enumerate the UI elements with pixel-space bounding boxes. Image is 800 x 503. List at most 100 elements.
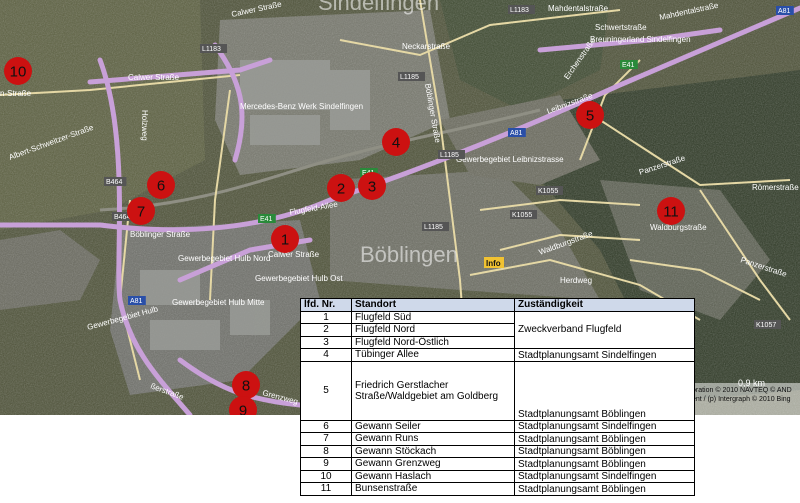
cell-zustaendigkeit: Stadtplanungsamt Böblingen: [514, 482, 695, 496]
cell-standort: Gewann Runs: [351, 432, 515, 446]
cell-standort: Friedrich Gerstlacher Straße/Waldgebiet …: [351, 360, 515, 421]
road-shield-label: L1183: [202, 46, 221, 53]
site-marker-1[interactable]: 1: [271, 225, 299, 253]
road-shield-label: B464: [106, 179, 122, 186]
site-marker-8[interactable]: 8: [232, 371, 260, 399]
street-label: Römerstraße: [752, 183, 799, 192]
marker-number: 2: [337, 181, 345, 198]
cell-nr: 9: [300, 457, 352, 471]
road-shield-label: A81: [778, 8, 791, 15]
road-shield-l1185-b: L1185: [422, 222, 449, 231]
table-row: 8 Gewann Stöckach Stadtplanungsamt Böbli…: [300, 444, 695, 458]
street-label: Gewerbegebiet Hulb Ost: [255, 274, 343, 283]
city-label-boeblingen: Böblingen: [360, 242, 458, 267]
site-marker-2[interactable]: 2: [327, 174, 355, 202]
road-shield-label: E41: [622, 62, 635, 69]
credit-line-2: ent / (p) Intergraph © 2010 Bing: [692, 396, 791, 403]
site-marker-10[interactable]: 10: [4, 57, 32, 85]
road-shield-label: L1185: [400, 74, 419, 81]
cell-zustaendigkeit: Stadtplanungsamt Böblingen: [514, 457, 695, 471]
site-marker-6[interactable]: 6: [147, 171, 175, 199]
cell-standort: Bunsenstraße: [351, 482, 515, 496]
road-shield-label: L1185: [424, 224, 443, 231]
road-shield-l1183-a: L1183: [200, 44, 227, 53]
cell-standort: Gewann Stöckach: [351, 444, 515, 458]
site-marker-11[interactable]: 11: [657, 197, 685, 225]
street-label: Calwer Straße: [268, 250, 320, 259]
street-label: Gewerbegebiet Leibnizstrasse: [456, 155, 564, 164]
cell-zustaendigkeit: Stadtplanungsamt Böblingen: [514, 360, 695, 421]
cell-standort: Flugfeld Süd: [351, 310, 515, 324]
marker-number: 3: [368, 179, 376, 196]
cell-nr: 11: [300, 482, 352, 496]
cell-standort: Tübinger Allee: [351, 348, 515, 362]
site-marker-3[interactable]: 3: [358, 172, 386, 200]
table-row: 1 Flugfeld Süd Zweckverband Flugfeld: [300, 310, 695, 349]
street-label: Herdweg: [560, 276, 592, 285]
street-label: Gewerbegebiet Hulb Nord: [178, 254, 271, 263]
marker-number: 9: [239, 403, 247, 416]
marker-number: 11: [663, 204, 679, 221]
marker-number: 4: [392, 135, 400, 152]
cell-zustaendigkeit: Stadtplanungsamt Böblingen: [514, 444, 695, 458]
road-shield-label: E41: [260, 216, 273, 223]
marker-number: 1: [281, 232, 289, 249]
street-label: Schwertstraße: [595, 23, 647, 32]
street-label: Holzweg: [140, 110, 149, 141]
cell-nr: 10: [300, 469, 352, 483]
site-marker-5[interactable]: 5: [576, 101, 604, 129]
cell-nr: 1: [300, 310, 352, 324]
road-shield-label: A81: [510, 130, 523, 137]
site-marker-7[interactable]: 7: [127, 197, 155, 225]
table-row: 6 Gewann Seiler Stadtplanungsamt Sindelf…: [300, 419, 695, 433]
cell-nr: 4: [300, 348, 352, 362]
table-row: 11 Bunsenstraße Stadtplanungsamt Böbling…: [300, 482, 695, 496]
road-shield-l1183-b: L1183: [508, 5, 535, 14]
info-badge[interactable]: Info: [484, 257, 504, 268]
road-shield-b464-a: B464: [104, 177, 127, 186]
cell-standort: Gewann Grenzweg: [351, 457, 515, 471]
street-label: Neckarstraße: [402, 42, 451, 51]
cell-zustaendigkeit: Stadtplanungsamt Sindelfingen: [514, 348, 695, 362]
road-shield-l1185-c: L1185: [438, 150, 465, 159]
site-table: lfd. Nr. Standort Zuständigkeit 1 Flugfe…: [300, 298, 695, 496]
cell-standort: Flugfeld Nord: [351, 323, 515, 337]
cell-zustaendigkeit: Stadtplanungsamt Sindelfingen: [514, 419, 695, 433]
marker-number: 6: [157, 178, 165, 195]
cell-standort: Gewann Seiler: [351, 419, 515, 433]
cell-standort: Flugfeld Nord-Östlich: [351, 335, 515, 349]
marker-number: 7: [137, 204, 145, 221]
cell-nr: 8: [300, 444, 352, 458]
road-shield-label: A81: [130, 298, 143, 305]
street-label: Waldburgstraße: [650, 223, 707, 232]
cell-nr: 7: [300, 432, 352, 446]
header-zustaendigkeit: Zuständigkeit: [514, 298, 695, 312]
cell-zustaendigkeit: Stadtplanungsamt Böblingen: [514, 432, 695, 446]
table-row: 5 Friedrich Gerstlacher Straße/Waldgebie…: [300, 360, 695, 421]
map-credit: oration © 2010 NAVTEQ © AND ent / (p) In…: [688, 383, 800, 415]
street-label: Gewerbegebiet Hulb Mitte: [172, 298, 265, 307]
road-shield-label: L1183: [510, 7, 529, 14]
table-row: 4 Tübinger Allee Stadtplanungsamt Sindel…: [300, 348, 695, 362]
table-row: 10 Gewann Haslach Stadtplanungsamt Sinde…: [300, 469, 695, 483]
street-label: Mahdentalstraße: [548, 4, 609, 13]
road-shield-a81-a: A81: [128, 296, 146, 305]
marker-number: 8: [242, 378, 250, 395]
road-shield-e41-c: E41: [620, 60, 638, 69]
road-shield-k1057: K1057: [754, 320, 781, 329]
road-shield-label: K1057: [756, 322, 776, 329]
road-shield-label: K1055: [538, 188, 558, 195]
road-shield-label: L1185: [440, 152, 459, 159]
road-shield-a81-c: A81: [776, 6, 794, 15]
street-label: Breuningerland Sindelfingen: [590, 35, 691, 44]
map-figure: Sindelfingen Böblingen Calwer Straße Cal…: [0, 0, 800, 503]
road-shield-l1185-a: L1185: [398, 72, 425, 81]
cell-nr: 2: [300, 323, 352, 337]
cell-nr: 6: [300, 419, 352, 433]
site-marker-4[interactable]: 4: [382, 128, 410, 156]
table-row: 7 Gewann Runs Stadtplanungsamt Böblingen: [300, 432, 695, 446]
header-standort: Standort: [351, 298, 515, 312]
street-label: n-Straße: [0, 89, 32, 98]
street-label: Böblinger Straße: [130, 230, 191, 239]
street-label: Calwer Straße: [128, 73, 180, 82]
